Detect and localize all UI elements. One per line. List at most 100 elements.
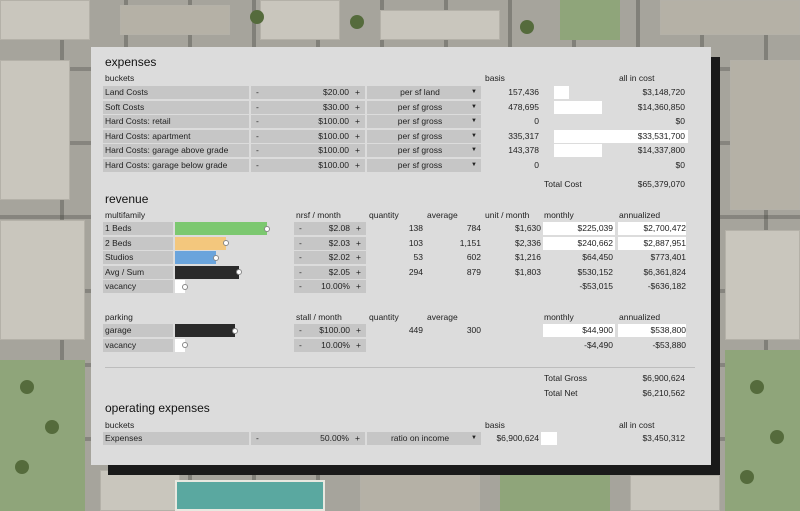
mf-monthly-header: monthly: [544, 210, 574, 220]
select-value: per sf land: [400, 87, 440, 97]
quantity-value: 53: [413, 252, 423, 263]
decrement-button[interactable]: -: [299, 222, 302, 235]
increment-button[interactable]: +: [355, 86, 360, 99]
bar-handle[interactable]: [213, 254, 219, 261]
revenue-row-label: Avg / Sum: [103, 265, 173, 279]
expense-cost-value: $33,531,700: [637, 130, 685, 141]
total-gross-value: $6,900,624: [642, 373, 685, 383]
revenue-rate-stepper[interactable]: - $2.05 +: [294, 265, 366, 279]
total-cost-label: Total Cost: [544, 179, 582, 189]
decrement-button[interactable]: -: [299, 280, 302, 293]
decrement-button[interactable]: -: [256, 130, 259, 143]
increment-button[interactable]: +: [356, 280, 361, 293]
opex-allin-header: all in cost: [619, 420, 655, 430]
pk-annualized-header: annualized: [619, 312, 661, 322]
decrement-button[interactable]: -: [256, 159, 259, 172]
average-value: [427, 280, 481, 293]
bar-handle[interactable]: [264, 225, 270, 232]
chevron-down-icon: ▼: [471, 435, 477, 441]
revenue-rate-stepper[interactable]: - 10.00% +: [294, 280, 366, 294]
increment-button[interactable]: +: [356, 266, 361, 279]
expense-value-stepper[interactable]: - $100.00 +: [251, 129, 365, 143]
revenue-row-label: 1 Beds: [103, 222, 173, 235]
revenue-rate-stepper[interactable]: - $2.03 +: [294, 236, 366, 250]
opex-unit-select[interactable]: ratio on income ▼: [367, 432, 481, 445]
expense-cost-value: $14,337,800: [637, 145, 685, 156]
average-value: 879: [466, 266, 481, 277]
expense-value-stepper[interactable]: - $100.00 +: [251, 115, 365, 129]
unit-month-value: $1,630: [515, 223, 541, 233]
bar-handle[interactable]: [182, 342, 188, 349]
average-value: [427, 339, 481, 352]
quantity-value: [369, 339, 423, 352]
expense-basis-value: 335,317: [508, 130, 539, 141]
bar-handle[interactable]: [182, 283, 188, 290]
increment-button[interactable]: +: [355, 144, 360, 157]
annualized-value: $6,361,824: [643, 266, 686, 277]
increment-button[interactable]: +: [356, 237, 361, 250]
expense-cost-bar: [554, 144, 602, 158]
decrement-button[interactable]: -: [299, 324, 302, 337]
expense-basis-value: 0: [534, 160, 539, 170]
expense-unit-select[interactable]: per sf land ▼: [367, 86, 481, 99]
revenue-rate-stepper[interactable]: - $2.02 +: [294, 251, 366, 265]
expense-cost-value: $0: [675, 116, 685, 127]
bar-handle[interactable]: [232, 327, 238, 334]
expense-basis-value: 478,695: [508, 101, 539, 112]
monthly-value: -$53,015: [579, 281, 613, 292]
expense-value-stepper[interactable]: - $100.00 +: [251, 159, 365, 172]
revenue-row-label: vacancy: [103, 280, 173, 294]
expense-unit-select[interactable]: per sf gross ▼: [367, 144, 481, 158]
parking-rate-stepper[interactable]: - 10.00% +: [294, 338, 366, 352]
decrement-button[interactable]: -: [256, 144, 259, 157]
opex-buckets-header: buckets: [105, 420, 135, 430]
opex-title: operating expenses: [105, 401, 210, 415]
opex-basis-value: $6,900,624: [496, 433, 539, 443]
expense-unit-select[interactable]: per sf gross ▼: [367, 115, 481, 129]
decrement-button[interactable]: -: [299, 237, 302, 250]
increment-button[interactable]: +: [356, 251, 361, 264]
parking-share-bar: [175, 324, 235, 337]
expense-row-label: Hard Costs: garage above grade: [103, 144, 249, 158]
expense-row-label: Hard Costs: apartment: [103, 129, 249, 143]
stepper-value: $100.00: [319, 325, 350, 335]
expense-unit-select[interactable]: per sf gross ▼: [367, 159, 481, 172]
mf-average-header: average: [427, 210, 458, 220]
expense-unit-select[interactable]: per sf gross ▼: [367, 129, 481, 143]
revenue-share-bar: [175, 222, 267, 235]
decrement-button[interactable]: -: [256, 432, 259, 445]
revenue-share-bar: [175, 236, 226, 250]
decrement-button[interactable]: -: [256, 101, 259, 114]
revenue-rate-stepper[interactable]: - $2.08 +: [294, 222, 366, 235]
quantity-value: 294: [408, 266, 423, 277]
bar-handle[interactable]: [236, 269, 242, 276]
total-cost-value: $65,379,070: [637, 179, 685, 189]
increment-button[interactable]: +: [356, 339, 361, 352]
increment-button[interactable]: +: [355, 432, 360, 445]
annualized-value: $2,887,951: [643, 237, 686, 248]
expense-value-stepper[interactable]: - $100.00 +: [251, 144, 365, 158]
decrement-button[interactable]: -: [299, 251, 302, 264]
increment-button[interactable]: +: [355, 159, 360, 172]
expense-value-stepper[interactable]: - $20.00 +: [251, 86, 365, 99]
expense-value-stepper[interactable]: - $30.00 +: [251, 100, 365, 114]
increment-button[interactable]: +: [356, 222, 361, 235]
increment-button[interactable]: +: [355, 130, 360, 143]
increment-button[interactable]: +: [355, 101, 360, 114]
expenses-title: expenses: [105, 55, 157, 69]
decrement-button[interactable]: -: [256, 86, 259, 99]
decrement-button[interactable]: -: [256, 115, 259, 128]
chevron-down-icon: ▼: [471, 147, 477, 154]
parking-rate-stepper[interactable]: - $100.00 +: [294, 324, 366, 337]
bar-handle[interactable]: [223, 240, 229, 247]
decrement-button[interactable]: -: [299, 339, 302, 352]
chevron-down-icon: ▼: [471, 162, 477, 168]
opex-ratio-stepper[interactable]: - 50.00% +: [251, 432, 365, 445]
expense-unit-select[interactable]: per sf gross ▼: [367, 100, 481, 114]
chevron-down-icon: ▼: [471, 103, 477, 110]
decrement-button[interactable]: -: [299, 266, 302, 279]
increment-button[interactable]: +: [355, 115, 360, 128]
increment-button[interactable]: +: [356, 324, 361, 337]
expense-cost-bar: [554, 86, 569, 99]
stepper-value: $2.03: [328, 237, 350, 248]
